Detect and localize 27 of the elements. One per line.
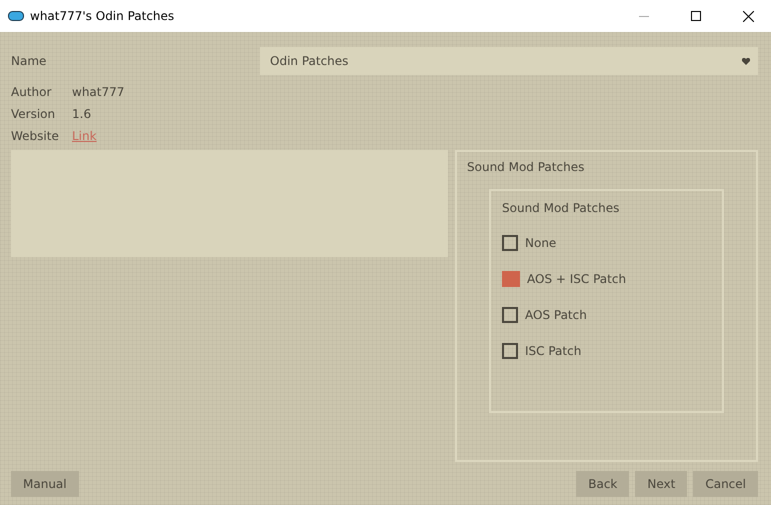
wizard-button[interactable]: Cancel [693,471,758,497]
field-label: Author [11,85,52,99]
field-value: 1.6 [72,107,92,121]
field-label: Website [11,129,60,143]
option-label: AOS + ISC Patch [527,272,626,286]
group-title: Sound Mod Patches [467,160,586,174]
heart-icon [742,58,750,64]
group-title: Sound Mod Patches [502,201,620,215]
name-dropdown[interactable]: Odin Patches [260,47,758,75]
field-value: what777 [72,85,124,99]
wizard-button[interactable]: Next [635,471,688,497]
checkbox[interactable] [502,343,518,359]
checkbox[interactable] [502,235,518,251]
app-icon [8,11,24,21]
website-link[interactable]: Link [72,129,97,143]
manual-button[interactable]: Manual [11,471,79,497]
checkbox[interactable] [502,271,520,287]
checkbox[interactable] [502,307,518,323]
field-label: Version [11,107,56,121]
option-label: AOS Patch [525,308,587,322]
window-title: what777's Odin Patches [30,9,176,23]
close-icon[interactable] [742,10,754,22]
maximize-icon[interactable] [691,11,701,21]
wizard-button[interactable]: Back [576,471,630,497]
field-label: Name [11,54,48,68]
option-label: ISC Patch [525,344,582,358]
option-label: None [525,236,556,250]
